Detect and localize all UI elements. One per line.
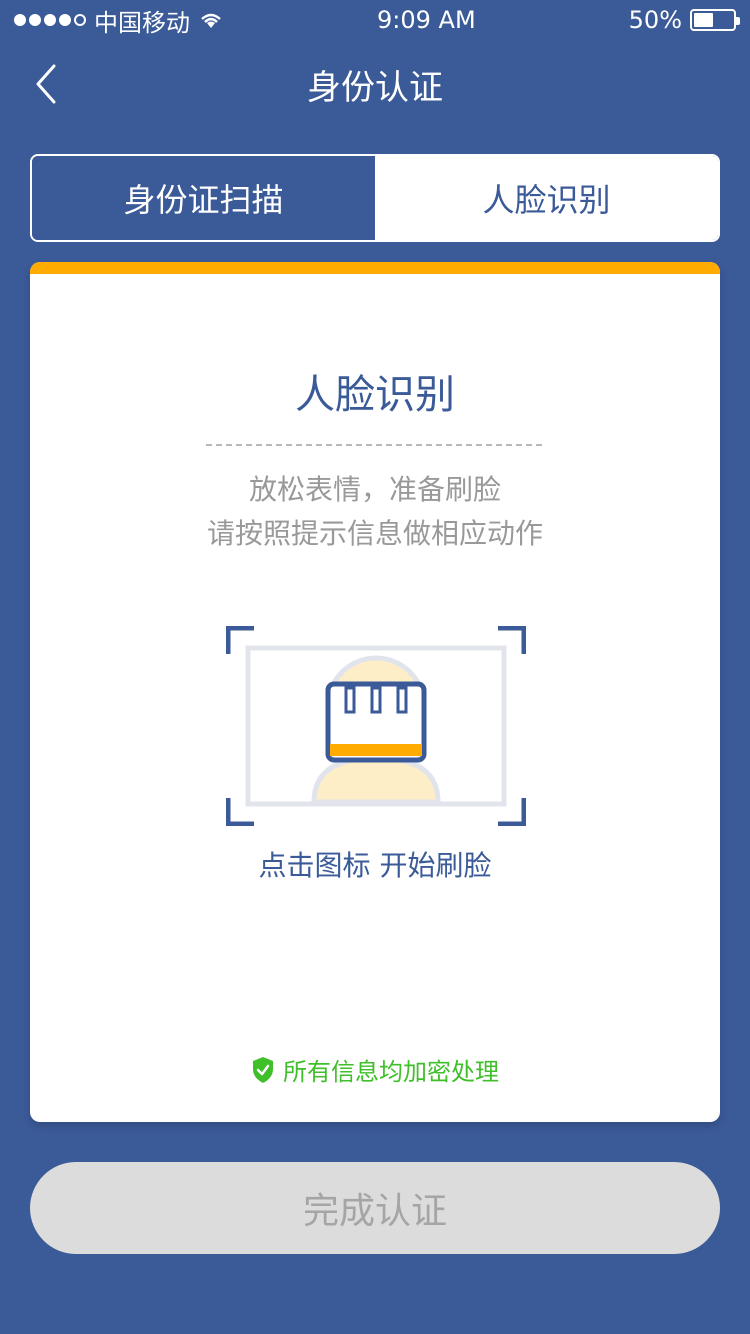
signal-strength-icon [14, 14, 86, 26]
status-bar: 中国移动 9:09 AM 50% [0, 0, 750, 40]
hint-line-2: 请按照提示信息做相应动作 [206, 517, 543, 550]
wifi-icon [201, 13, 221, 28]
status-time: 9:09 AM [377, 6, 476, 34]
tab-id-card-scan[interactable]: 身份证扫描 [32, 156, 375, 240]
face-scan-icon[interactable] [226, 626, 526, 826]
navigation-bar: 身份认证 [0, 40, 750, 128]
shield-check-icon [253, 1056, 273, 1083]
battery-percent: 50% [628, 6, 682, 34]
carrier-label: 中国移动 [94, 8, 190, 37]
chevron-left-icon [36, 64, 56, 104]
divider [206, 444, 542, 446]
complete-verification-button[interactable]: 完成认证 [30, 1162, 720, 1254]
back-button[interactable] [26, 64, 66, 104]
card-title: 人脸识别 [295, 372, 455, 418]
status-left: 中国移动 [14, 3, 224, 38]
card-accent-bar [30, 262, 720, 274]
start-face-scan-label[interactable]: 点击图标 开始刷脸 [30, 844, 720, 884]
encryption-notice-text: 所有信息均加密处理 [283, 1058, 499, 1086]
status-right: 50% [628, 6, 740, 34]
face-recognition-card: 人脸识别 放松表情，准备刷脸 请按照提示信息做相应动作 点击图标 开始刷脸 所有… [30, 262, 720, 1122]
encryption-notice: 所有信息均加密处理 [30, 1052, 720, 1087]
tab-face-recognition[interactable]: 人脸识别 [375, 156, 718, 240]
hint-line-1: 放松表情，准备刷脸 [248, 473, 501, 506]
page-title: 身份认证 [307, 67, 443, 108]
battery-icon [690, 9, 740, 31]
verification-tabs: 身份证扫描 人脸识别 [30, 154, 720, 242]
